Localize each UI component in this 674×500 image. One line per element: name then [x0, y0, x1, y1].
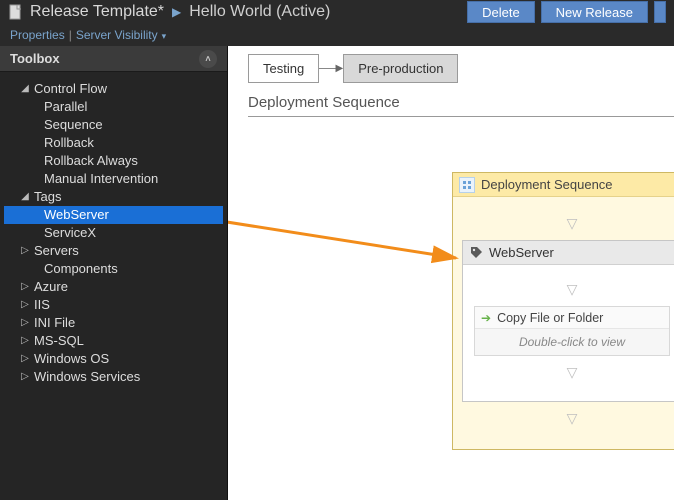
- caret-right-icon: ▷: [18, 242, 32, 260]
- link-bar: Properties | Server Visibility: [0, 24, 674, 46]
- tree-node[interactable]: ▷INI File: [4, 314, 223, 332]
- caret-down-icon: ◢: [18, 188, 32, 206]
- tree-item[interactable]: Rollback Always: [4, 152, 223, 170]
- document-icon: [8, 4, 24, 20]
- designer-canvas[interactable]: Testing ▶ Pre-production Deployment Sequ…: [228, 46, 674, 500]
- toolbox-tree: ◢Control Flow Parallel Sequence Rollback…: [0, 72, 227, 500]
- tree-item[interactable]: Parallel: [4, 98, 223, 116]
- new-release-button[interactable]: New Release: [541, 1, 648, 23]
- deployment-sequence-header: Deployment Sequence: [453, 173, 674, 197]
- tree-item[interactable]: Components: [4, 260, 223, 278]
- tree-item[interactable]: ServiceX: [4, 224, 223, 242]
- chevron-right-icon: ▶: [172, 5, 181, 19]
- section-title: Deployment Sequence: [248, 94, 400, 111]
- tree-item[interactable]: Sequence: [4, 116, 223, 134]
- server-name: WebServer: [489, 245, 554, 260]
- tree-node[interactable]: ▷Windows Services: [4, 368, 223, 386]
- tree-node-servers[interactable]: ▷Servers: [4, 242, 223, 260]
- tree-node[interactable]: ▷Azure: [4, 278, 223, 296]
- caret-right-icon: ▷: [18, 368, 32, 386]
- page-subtitle: Hello World (Active): [189, 3, 330, 21]
- toolbox-header: Toolbox ˄: [0, 46, 227, 72]
- play-icon: ➔: [481, 311, 491, 325]
- tree-item[interactable]: Rollback: [4, 134, 223, 152]
- drop-target-icon[interactable]: ▽: [567, 215, 578, 232]
- caret-down-icon: ◢: [18, 80, 32, 98]
- caret-right-icon: ▷: [18, 296, 32, 314]
- tree-node[interactable]: ▷Windows OS: [4, 350, 223, 368]
- title-bar: Release Template* ▶ Hello World (Active)…: [0, 0, 674, 24]
- tree-item[interactable]: Manual Intervention: [4, 170, 223, 188]
- stage-preproduction[interactable]: Pre-production: [343, 54, 458, 83]
- drop-target-icon[interactable]: ▽: [567, 281, 578, 298]
- tree-node[interactable]: ▷IIS: [4, 296, 223, 314]
- tree-node-tags[interactable]: ◢Tags: [4, 188, 223, 206]
- collapse-up-icon[interactable]: ˄: [199, 50, 217, 68]
- server-header: WebServer: [463, 241, 674, 265]
- section-underline: [248, 116, 674, 117]
- tree-node[interactable]: ▷MS-SQL: [4, 332, 223, 350]
- activity-header: ➔ Copy File or Folder: [475, 307, 669, 329]
- deployment-sequence-box[interactable]: Deployment Sequence ▽ WebServer ▽: [452, 172, 674, 450]
- server-box[interactable]: WebServer ▽ ➔ Copy File or Folder Double…: [462, 240, 674, 402]
- tree-node-control-flow[interactable]: ◢Control Flow: [4, 80, 223, 98]
- drop-target-icon[interactable]: ▽: [567, 364, 578, 381]
- stage-testing[interactable]: Testing: [248, 54, 319, 83]
- caret-right-icon: ▷: [18, 314, 32, 332]
- stage-tabs: Testing ▶ Pre-production: [248, 54, 458, 83]
- page-title: Release Template*: [30, 3, 164, 21]
- activity-hint: Double-click to view: [475, 329, 669, 355]
- properties-link[interactable]: Properties: [10, 28, 65, 42]
- caret-right-icon: ▷: [18, 278, 32, 296]
- separator: |: [69, 28, 72, 42]
- toolbox-title: Toolbox: [10, 51, 60, 66]
- drop-target-icon[interactable]: ▽: [567, 410, 578, 427]
- activity-label: Copy File or Folder: [497, 311, 603, 325]
- stage-connector: ▶: [319, 63, 343, 74]
- delete-button[interactable]: Delete: [467, 1, 535, 23]
- sequence-icon: [459, 177, 475, 193]
- overflow-button[interactable]: [654, 1, 666, 23]
- deployment-sequence-label: Deployment Sequence: [481, 177, 613, 192]
- tree-item-webserver[interactable]: WebServer: [4, 206, 223, 224]
- caret-right-icon: ▷: [18, 350, 32, 368]
- caret-right-icon: ▷: [18, 332, 32, 350]
- tag-icon: [469, 246, 483, 260]
- server-visibility-dropdown[interactable]: Server Visibility: [76, 28, 166, 42]
- activity-box[interactable]: ➔ Copy File or Folder Double-click to vi…: [474, 306, 670, 356]
- toolbox-panel: Toolbox ˄ ◢Control Flow Parallel Sequenc…: [0, 46, 228, 500]
